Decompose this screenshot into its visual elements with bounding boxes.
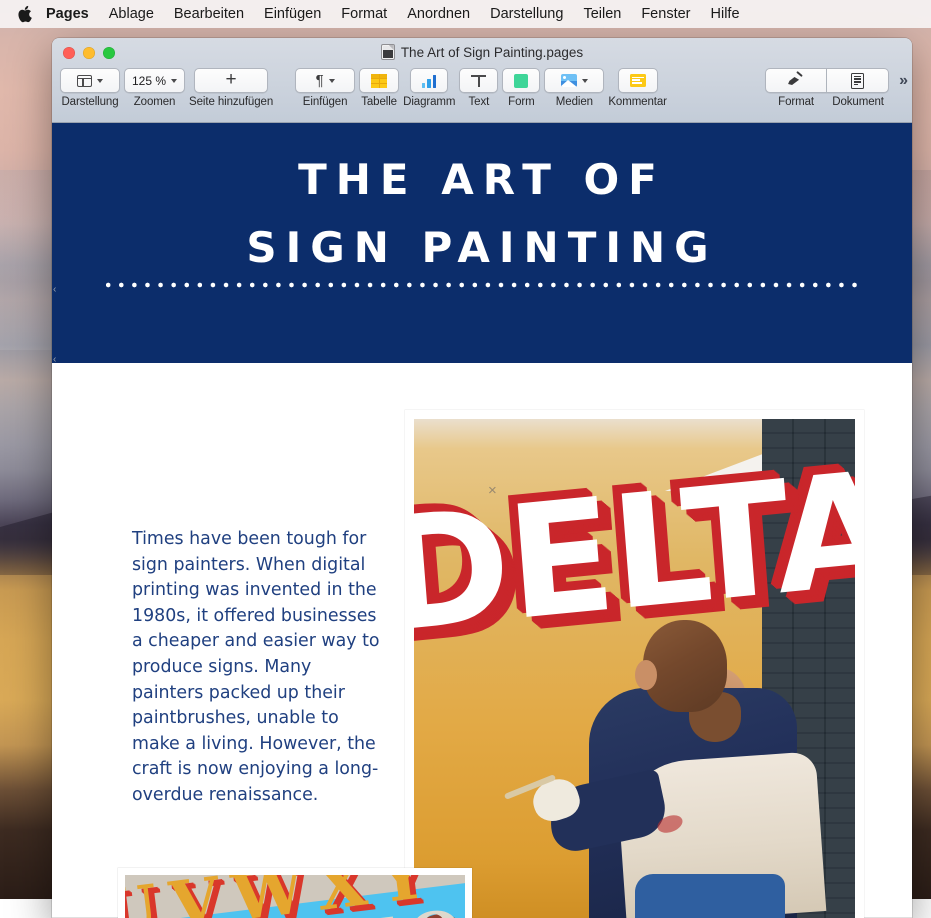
photo-icon	[560, 74, 577, 87]
sign-x-marker: ×	[488, 482, 497, 499]
toolbar-overflow-button[interactable]: »	[899, 72, 908, 90]
add-page-button[interactable]: + Seite hinzufügen	[189, 68, 273, 108]
document-lines-icon	[851, 72, 865, 89]
media-button[interactable]: Medien	[544, 68, 605, 108]
menu-item-teilen[interactable]: Teilen	[573, 3, 631, 25]
table-button[interactable]: Tabelle	[359, 68, 400, 108]
painter-figure	[503, 588, 827, 918]
paintbrush-icon	[788, 73, 804, 88]
toolbar: Darstellung 125 % Zoomen + Seite hinzufü…	[52, 68, 912, 123]
text-button[interactable]: Text	[459, 68, 499, 108]
document-title-line-2: SIGN PAINTING	[246, 223, 718, 272]
shape-button[interactable]: Form	[502, 68, 541, 108]
menu-bar: Pages Ablage Bearbeiten Einfügen Format …	[0, 0, 931, 28]
insert-button[interactable]: ¶ Einfügen	[295, 68, 356, 108]
view-button-label: Darstellung	[61, 96, 119, 108]
alphabet-signs-photo-content: UVWXY JKLMNO	[125, 875, 465, 918]
menu-item-pages[interactable]: Pages	[46, 3, 99, 25]
pages-document-icon	[380, 44, 395, 60]
menu-item-ablage[interactable]: Ablage	[99, 3, 164, 25]
menu-item-format[interactable]: Format	[331, 3, 397, 25]
dotted-divider	[106, 282, 858, 288]
chart-button-chip[interactable]	[409, 68, 449, 93]
menu-item-hilfe[interactable]: Hilfe	[701, 3, 750, 25]
media-button-chip[interactable]	[544, 68, 605, 93]
shape-button-label: Form	[508, 96, 535, 108]
window-chrome: The Art of Sign Painting.pages Darstellu…	[52, 38, 912, 123]
format-button-chip[interactable]	[765, 68, 828, 93]
view-button[interactable]: Darstellung	[60, 68, 120, 108]
menu-item-darstellung[interactable]: Darstellung	[480, 3, 573, 25]
document-button-chip[interactable]	[827, 68, 890, 93]
chevron-down-icon	[328, 78, 335, 83]
layout-panel-icon	[77, 74, 92, 87]
chart-button[interactable]: Diagramm	[403, 68, 455, 108]
shape-square-icon	[514, 73, 529, 88]
sign-painter-photo-content: DELTA ×	[414, 419, 855, 918]
chevron-down-icon	[97, 78, 103, 83]
format-button[interactable]: Format	[765, 68, 828, 108]
painter-jeans	[635, 874, 785, 918]
table-button-chip[interactable]	[359, 68, 400, 93]
page-nav-chevron-top[interactable]: ‹	[53, 285, 61, 295]
inspector-button-group: Format Dokument	[765, 68, 890, 108]
alphabet-signs-photo[interactable]: UVWXY JKLMNO	[118, 868, 472, 918]
painter-ear	[635, 660, 657, 690]
zoom-control-label: Zoomen	[133, 96, 176, 108]
add-page-button-chip[interactable]: +	[194, 68, 269, 93]
pages-window: The Art of Sign Painting.pages Darstellu…	[52, 38, 912, 918]
page-nav-chevron-bottom[interactable]: ‹	[53, 355, 61, 365]
window-title-group: The Art of Sign Painting.pages	[52, 44, 912, 60]
zoom-control-chip[interactable]: 125 %	[124, 68, 186, 93]
pilcrow-icon: ¶	[315, 72, 324, 89]
chart-button-label: Diagramm	[403, 96, 456, 108]
shape-button-chip[interactable]	[502, 68, 541, 93]
bar-chart-icon	[421, 74, 437, 88]
menu-item-fenster[interactable]: Fenster	[631, 3, 700, 25]
text-box-icon	[471, 74, 487, 87]
sign-painter-photo[interactable]: DELTA ×	[405, 410, 864, 918]
menu-item-anordnen[interactable]: Anordnen	[397, 3, 480, 25]
media-button-label: Medien	[555, 96, 593, 108]
plus-icon: +	[225, 69, 237, 90]
chevron-down-icon	[581, 78, 588, 83]
comment-button[interactable]: Kommentar	[608, 68, 667, 108]
painter-head	[643, 620, 727, 712]
zoom-value: 125 %	[132, 73, 167, 88]
chevron-down-icon	[171, 78, 178, 83]
apple-logo-icon[interactable]	[14, 4, 34, 24]
zoom-control[interactable]: 125 % Zoomen	[124, 68, 186, 108]
document-button-label: Dokument	[832, 96, 884, 108]
text-button-label: Text	[468, 96, 490, 108]
view-button-chip[interactable]	[60, 68, 120, 93]
menu-item-bearbeiten[interactable]: Bearbeiten	[164, 3, 254, 25]
text-button-chip[interactable]	[459, 68, 499, 93]
table-icon	[371, 73, 388, 88]
document-body-text[interactable]: Times have been tough for sign painters.…	[132, 527, 388, 809]
format-button-label: Format	[778, 96, 814, 108]
insert-button-chip[interactable]: ¶	[295, 68, 356, 93]
comment-note-icon	[629, 74, 646, 87]
window-title: The Art of Sign Painting.pages	[400, 44, 584, 60]
title-bar[interactable]: The Art of Sign Painting.pages	[52, 38, 912, 68]
comment-button-label: Kommentar	[608, 96, 667, 108]
document-hero-banner[interactable]: THE ART OF SIGN PAINTING	[52, 123, 912, 363]
insert-button-label: Einfügen	[302, 96, 348, 108]
comment-button-chip[interactable]	[617, 68, 658, 93]
table-button-label: Tabelle	[361, 96, 397, 108]
add-page-button-label: Seite hinzufügen	[189, 96, 274, 108]
document-button[interactable]: Dokument	[827, 68, 890, 108]
document-canvas[interactable]: THE ART OF SIGN PAINTING ‹ ‹ Times have …	[52, 123, 912, 918]
menu-item-einfuegen[interactable]: Einfügen	[254, 3, 331, 25]
document-title-line-1: THE ART OF	[298, 155, 666, 204]
